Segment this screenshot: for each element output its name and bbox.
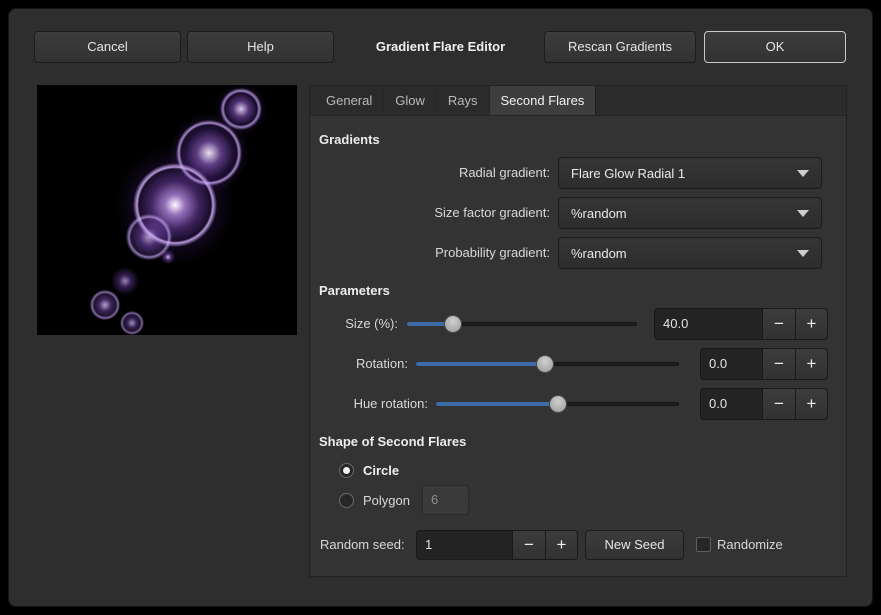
random-seed-decrement-button[interactable]: −	[512, 530, 545, 560]
circle-radio[interactable]	[339, 463, 354, 478]
random-seed-increment-button[interactable]: +	[545, 530, 578, 560]
radial-gradient-value: Flare Glow Radial 1	[571, 166, 685, 181]
slider-handle[interactable]	[536, 355, 554, 373]
probability-gradient-dropdown[interactable]: %random	[558, 237, 822, 269]
size-decrement-button[interactable]: −	[762, 308, 795, 340]
radial-gradient-dropdown[interactable]: Flare Glow Radial 1	[558, 157, 822, 189]
ok-button[interactable]: OK	[704, 31, 846, 63]
gradient-flare-editor-window: Cancel Help Gradient Flare Editor Rescan…	[8, 8, 873, 607]
hue-rotation-value[interactable]: 0.0	[700, 388, 762, 420]
help-button[interactable]: Help	[187, 31, 334, 63]
slider-handle[interactable]	[549, 395, 567, 413]
size-factor-gradient-value: %random	[571, 206, 627, 221]
size-increment-button[interactable]: +	[795, 308, 828, 340]
random-seed-spinbox: 1 − +	[416, 530, 578, 560]
randomize-checkbox[interactable]	[696, 537, 711, 552]
slider-fill	[436, 402, 558, 406]
hue-rotation-increment-button[interactable]: +	[795, 388, 828, 420]
probability-gradient-label: Probability gradient:	[320, 237, 550, 269]
rotation-slider[interactable]	[416, 348, 679, 380]
tab-general[interactable]: General	[315, 86, 384, 115]
size-slider[interactable]	[407, 308, 637, 340]
size-factor-gradient-label: Size factor gradient:	[320, 197, 550, 229]
slider-fill	[416, 362, 545, 366]
tab-rays[interactable]: Rays	[437, 86, 490, 115]
size-label: Size (%):	[320, 308, 398, 340]
slider-handle[interactable]	[444, 315, 462, 333]
rotation-increment-button[interactable]: +	[795, 348, 828, 380]
hue-rotation-slider[interactable]	[436, 388, 679, 420]
chevron-down-icon	[797, 170, 809, 177]
tab-bar: General Glow Rays Second Flares	[310, 86, 846, 116]
chevron-down-icon	[797, 250, 809, 257]
polygon-sides-field[interactable]: 6	[422, 485, 469, 515]
hue-rotation-label: Hue rotation:	[320, 388, 428, 420]
flare-preview-image	[37, 85, 297, 335]
rotation-spinbox: 0.0 − +	[700, 348, 828, 380]
rescan-gradients-button[interactable]: Rescan Gradients	[544, 31, 696, 63]
tab-glow[interactable]: Glow	[384, 86, 437, 115]
randomize-checkbox-label[interactable]: Randomize	[717, 537, 783, 552]
rotation-value[interactable]: 0.0	[700, 348, 762, 380]
chevron-down-icon	[797, 210, 809, 217]
shape-section-title: Shape of Second Flares	[319, 434, 466, 449]
hue-rotation-spinbox: 0.0 − +	[700, 388, 828, 420]
probability-gradient-value: %random	[571, 246, 627, 261]
gradients-section-title: Gradients	[319, 132, 380, 147]
settings-panel: General Glow Rays Second Flares Gradient…	[309, 85, 847, 577]
cancel-button[interactable]: Cancel	[34, 31, 181, 63]
tab-second-flares[interactable]: Second Flares	[490, 86, 597, 115]
rotation-decrement-button[interactable]: −	[762, 348, 795, 380]
circle-radio-label[interactable]: Circle	[363, 463, 399, 478]
polygon-radio-label[interactable]: Polygon	[363, 493, 410, 508]
rotation-label: Rotation:	[320, 348, 408, 380]
new-seed-button[interactable]: New Seed	[585, 530, 684, 560]
size-factor-gradient-dropdown[interactable]: %random	[558, 197, 822, 229]
size-value[interactable]: 40.0	[654, 308, 762, 340]
random-seed-value[interactable]: 1	[416, 530, 512, 560]
polygon-radio[interactable]	[339, 493, 354, 508]
parameters-section-title: Parameters	[319, 283, 390, 298]
hue-rotation-decrement-button[interactable]: −	[762, 388, 795, 420]
size-spinbox: 40.0 − +	[654, 308, 828, 340]
random-seed-label: Random seed:	[320, 530, 409, 560]
radial-gradient-label: Radial gradient:	[320, 157, 550, 189]
